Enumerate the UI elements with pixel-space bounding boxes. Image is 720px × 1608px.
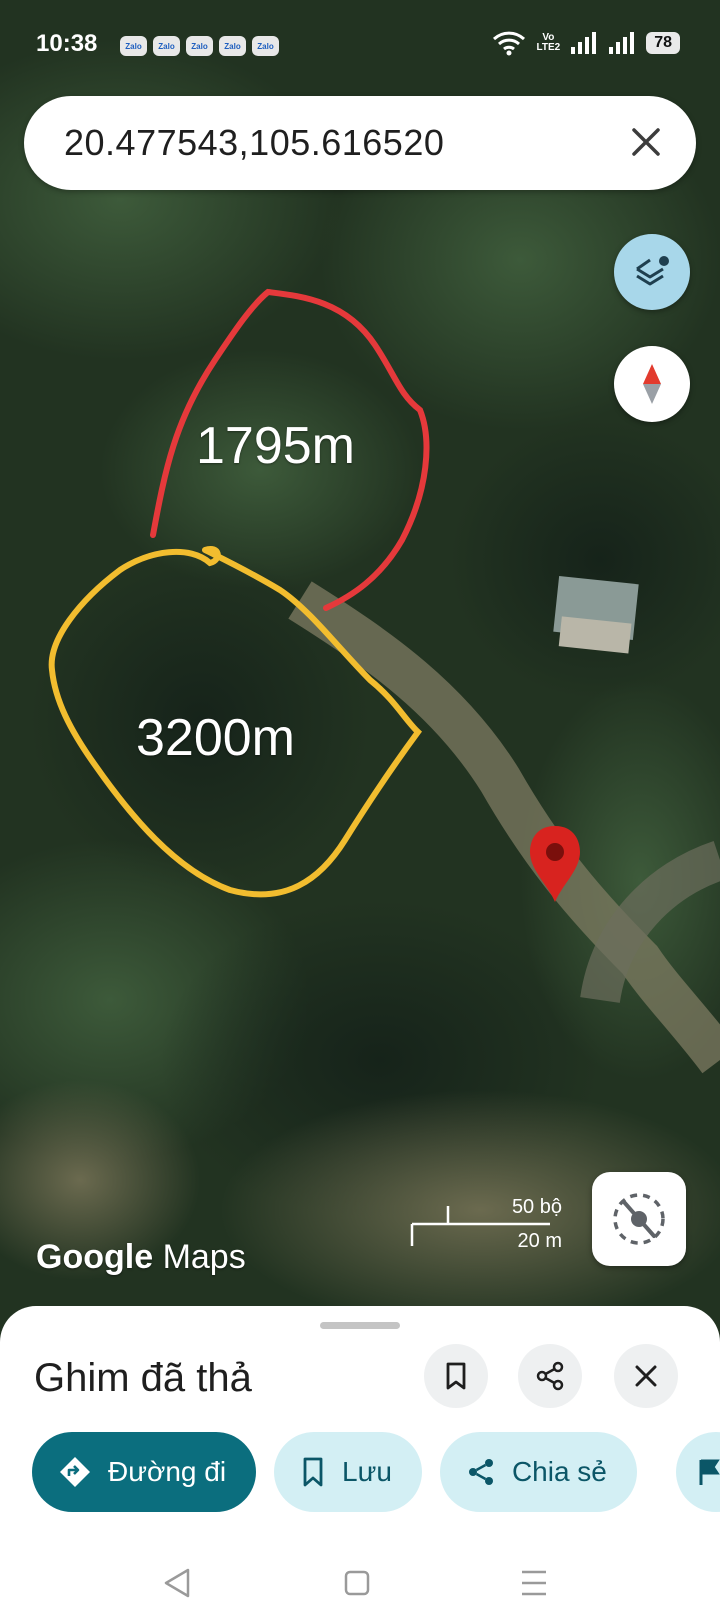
layers-icon xyxy=(636,256,669,286)
share-icon xyxy=(536,1361,564,1391)
bookmark-icon xyxy=(303,1457,323,1487)
zalo-notification-icon: Zalo xyxy=(120,36,147,56)
status-bar: 10:38 Zalo Zalo Zalo Zalo Zalo Vo LTE2 7… xyxy=(0,0,720,86)
directions-label: Đường đi xyxy=(108,1456,227,1487)
close-icon xyxy=(635,1365,657,1387)
battery-indicator: 78 xyxy=(646,32,680,54)
home-nav-icon[interactable] xyxy=(344,1570,370,1596)
bottom-sheet[interactable]: Ghim đã thả Đường đi Lưu Chia sẻ xyxy=(0,1306,720,1608)
zalo-notification-icon: Zalo xyxy=(252,36,279,56)
wifi-icon xyxy=(493,31,526,56)
more-chip[interactable] xyxy=(676,1432,720,1512)
back-nav-icon[interactable] xyxy=(164,1568,190,1598)
area-label-red: 1795m xyxy=(196,417,355,475)
action-chips: Đường đi Lưu Chia sẻ xyxy=(32,1432,637,1512)
zalo-notification-icon: Zalo xyxy=(219,36,246,56)
system-navigation-bar xyxy=(164,1568,546,1598)
clock: 10:38 xyxy=(36,30,98,57)
search-bar[interactable]: 20.477543,105.616520 xyxy=(24,96,696,190)
directions-button[interactable]: Đường đi xyxy=(32,1432,257,1512)
save-button[interactable]: Lưu xyxy=(274,1432,422,1512)
compass-icon xyxy=(643,364,661,404)
close-sheet-button[interactable] xyxy=(614,1344,678,1408)
close-icon[interactable] xyxy=(626,122,666,162)
recents-nav-icon[interactable] xyxy=(522,1570,546,1596)
save-label: Lưu xyxy=(342,1456,392,1487)
signal-icon xyxy=(609,32,635,54)
search-input[interactable]: 20.477543,105.616520 xyxy=(64,122,444,164)
layers-button[interactable] xyxy=(614,234,690,310)
compass-button[interactable] xyxy=(614,346,690,422)
flag-icon xyxy=(699,1459,720,1485)
sheet-title: Ghim đã thả xyxy=(34,1356,252,1400)
share-button[interactable]: Chia sẻ xyxy=(439,1432,637,1512)
directions-icon xyxy=(60,1457,90,1487)
share-icon xyxy=(468,1459,493,1485)
system-icons: Vo LTE2 78 xyxy=(492,30,680,56)
notification-icons: Zalo Zalo Zalo Zalo Zalo xyxy=(120,36,279,56)
zalo-notification-icon: Zalo xyxy=(186,36,213,56)
bookmark-icon xyxy=(446,1362,466,1390)
area-label-yellow: 3200m xyxy=(136,709,295,767)
scale-metric: 20 m xyxy=(517,1230,562,1252)
drag-handle[interactable] xyxy=(320,1322,400,1329)
google-maps-logo: Google Maps xyxy=(36,1238,246,1276)
volte-indicator: Vo LTE2 xyxy=(536,32,561,53)
zalo-notification-icon: Zalo xyxy=(153,36,180,56)
share-label: Chia sẻ xyxy=(511,1456,607,1487)
signal-icon xyxy=(571,32,597,54)
scale-bar: 50 bộ 20 m xyxy=(410,1194,580,1254)
location-off-icon xyxy=(613,1193,665,1245)
my-location-button[interactable] xyxy=(592,1172,686,1266)
save-icon-button[interactable] xyxy=(424,1344,488,1408)
share-icon-button[interactable] xyxy=(518,1344,582,1408)
